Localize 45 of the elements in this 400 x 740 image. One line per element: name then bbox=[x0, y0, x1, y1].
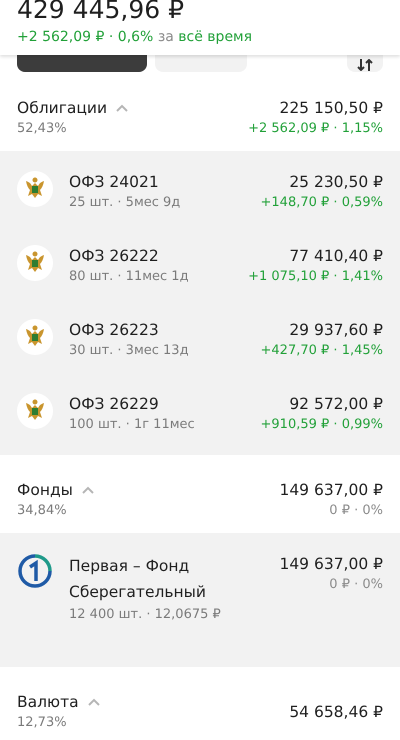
asset-change: +1 075,10 ₽ · 1,41% bbox=[248, 268, 383, 286]
section-share: 12,73% bbox=[17, 714, 68, 732]
asset-value: 149 637,00 ₽ bbox=[279, 554, 383, 575]
asset-details: 25 шт. · 5мес 9д bbox=[69, 194, 182, 212]
chevron-up-icon[interactable] bbox=[80, 485, 95, 495]
section-title: Валюта bbox=[17, 692, 79, 713]
chevron-up-icon[interactable] bbox=[115, 103, 130, 113]
asset-row[interactable]: ОФЗ 26223 30 шт. · 3мес 13д 29 937,60 ₽ +427,70 ₽ · 1,45% bbox=[0, 303, 400, 377]
asset-details: 80 шт. · 11мес 1д bbox=[69, 268, 190, 286]
asset-change: +427,70 ₽ · 1,45% bbox=[260, 342, 383, 360]
asset-value: 77 410,40 ₽ bbox=[288, 246, 383, 267]
chevron-up-icon[interactable] bbox=[86, 697, 101, 707]
asset-name: ОФЗ 26222 bbox=[69, 246, 160, 267]
sort-icon bbox=[357, 59, 373, 71]
asset-value: 29 937,60 ₽ bbox=[288, 320, 383, 341]
section-title: Фонды bbox=[17, 480, 73, 501]
emblem-icon bbox=[17, 171, 53, 207]
asset-row[interactable]: ОФЗ 26229 100 шт. · 1г 11мес 92 572,00 ₽ +910,59 ₽ · 0,99% bbox=[0, 377, 400, 451]
section-change: 0 ₽ · 0% bbox=[328, 502, 383, 520]
section-share: 34,84% bbox=[17, 502, 68, 520]
asset-name: Первая – Фонд Сберегательный bbox=[69, 556, 207, 603]
asset-change: +910,59 ₽ · 0,99% bbox=[260, 416, 383, 434]
asset-change: 0 ₽ · 0% bbox=[328, 576, 383, 594]
emblem-icon bbox=[17, 393, 53, 429]
emblem-icon bbox=[17, 245, 53, 281]
section-value: 54 658,46 ₽ bbox=[289, 702, 383, 723]
asset-name: ОФЗ 24021 bbox=[69, 172, 160, 193]
asset-name: ОФЗ 26229 bbox=[69, 394, 160, 415]
portfolio-change: +2 562,09 ₽ · 0,6% за всё время bbox=[17, 28, 254, 47]
asset-name: ОФЗ 26223 bbox=[69, 320, 160, 341]
section-title: Облигации bbox=[17, 98, 108, 119]
asset-value: 92 572,00 ₽ bbox=[288, 394, 383, 415]
asset-details: 12 400 шт. · 12,0675 ₽ bbox=[69, 606, 222, 624]
fund-logo-icon bbox=[17, 553, 53, 589]
asset-value: 25 230,50 ₽ bbox=[288, 172, 383, 193]
asset-details: 100 шт. · 1г 11мес bbox=[69, 416, 196, 434]
section-change: +2 562,09 ₽ · 1,15% bbox=[248, 120, 383, 138]
asset-row[interactable]: ОФЗ 24021 25 шт. · 5мес 9д 25 230,50 ₽ +148,70 ₽ · 0,59% bbox=[0, 155, 400, 229]
section-value: 225 150,50 ₽ bbox=[278, 98, 383, 119]
emblem-icon bbox=[17, 319, 53, 355]
section-share: 52,43% bbox=[17, 120, 68, 138]
asset-row[interactable]: ОФЗ 26222 80 шт. · 11мес 1д 77 410,40 ₽ +1 075,10 ₽ · 1,41% bbox=[0, 229, 400, 303]
section-value: 149 637,00 ₽ bbox=[279, 480, 383, 501]
asset-details: 30 шт. · 3мес 13д bbox=[69, 342, 190, 360]
asset-change: +148,70 ₽ · 0,59% bbox=[260, 194, 383, 212]
